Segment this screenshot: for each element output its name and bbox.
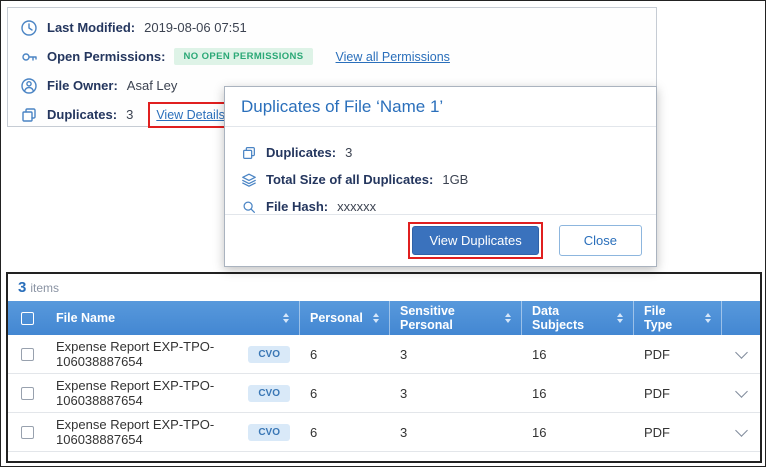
results-table-panel: 3 items File Name Personal Sensitive Pers… bbox=[6, 272, 762, 463]
modal-file-hash-label: File Hash: bbox=[266, 199, 328, 214]
row-checkbox-cell bbox=[8, 374, 46, 412]
file-type-cell: PDF bbox=[634, 413, 722, 451]
chevron-down-icon[interactable] bbox=[735, 385, 748, 398]
file-name-text: Expense Report EXP-TPO-106038887654 bbox=[56, 339, 236, 369]
view-details-link[interactable]: View Details bbox=[156, 108, 225, 122]
row-checkbox[interactable] bbox=[21, 348, 34, 361]
header-expand-cell bbox=[722, 301, 760, 335]
clock-icon bbox=[20, 19, 38, 37]
file-name-text: Expense Report EXP-TPO-106038887654 bbox=[56, 378, 236, 408]
personal-cell: 6 bbox=[300, 335, 390, 373]
modal-total-size-value: 1GB bbox=[442, 172, 468, 187]
sort-icon[interactable] bbox=[373, 313, 379, 323]
table-header-row: File Name Personal Sensitive Personal Da… bbox=[8, 301, 760, 335]
open-permissions-row: Open Permissions: NO OPEN PERMISSIONS Vi… bbox=[8, 42, 656, 71]
layers-icon bbox=[241, 172, 257, 188]
sensitive-personal-cell: 3 bbox=[390, 413, 522, 451]
sort-icon[interactable] bbox=[617, 313, 623, 323]
header-file-type[interactable]: File Type bbox=[634, 301, 722, 335]
file-name-text: Expense Report EXP-TPO-106038887654 bbox=[56, 417, 236, 447]
row-expand-cell bbox=[722, 413, 760, 451]
header-data-subjects[interactable]: Data Subjects bbox=[522, 301, 634, 335]
cvo-badge: CVO bbox=[248, 346, 290, 363]
modal-title: Duplicates of File ‘Name 1’ bbox=[225, 87, 656, 126]
last-modified-label: Last Modified: bbox=[47, 20, 135, 35]
duplicates-label: Duplicates: bbox=[47, 107, 117, 122]
view-duplicates-highlight: View Duplicates bbox=[408, 222, 542, 259]
close-button[interactable]: Close bbox=[559, 225, 642, 256]
table-row[interactable]: Expense Report EXP-TPO-106038887654 CVO … bbox=[8, 335, 760, 374]
file-type-cell: PDF bbox=[634, 335, 722, 373]
person-icon bbox=[20, 77, 38, 95]
select-all-checkbox[interactable] bbox=[21, 312, 34, 325]
modal-file-hash-value: xxxxxx bbox=[337, 199, 376, 214]
data-subjects-cell: 16 bbox=[522, 374, 634, 412]
row-checkbox-cell bbox=[8, 335, 46, 373]
row-expand-cell bbox=[722, 374, 760, 412]
chevron-down-icon[interactable] bbox=[735, 424, 748, 437]
sort-icon[interactable] bbox=[283, 313, 289, 323]
header-sensitive-personal[interactable]: Sensitive Personal bbox=[390, 301, 522, 335]
modal-total-size-label: Total Size of all Duplicates: bbox=[266, 172, 433, 187]
file-owner-label: File Owner: bbox=[47, 78, 118, 93]
header-data-subjects-label: Data Subjects bbox=[532, 304, 607, 332]
modal-body: Duplicates: 3 Total Size of all Duplicat… bbox=[225, 127, 656, 224]
sort-icon[interactable] bbox=[705, 313, 711, 323]
last-modified-value: 2019-08-06 07:51 bbox=[144, 20, 247, 35]
file-name-cell: Expense Report EXP-TPO-106038887654 CVO bbox=[46, 374, 300, 412]
header-personal-label: Personal bbox=[310, 311, 363, 325]
select-all-cell bbox=[8, 301, 46, 335]
duplicates-modal: Duplicates of File ‘Name 1’ Duplicates: … bbox=[224, 86, 657, 267]
sensitive-personal-cell: 3 bbox=[390, 335, 522, 373]
items-count-number: 3 bbox=[18, 279, 26, 296]
last-modified-row: Last Modified: 2019-08-06 07:51 bbox=[8, 13, 656, 42]
data-subjects-cell: 16 bbox=[522, 413, 634, 451]
open-permissions-label: Open Permissions: bbox=[47, 49, 165, 64]
view-duplicates-button[interactable]: View Duplicates bbox=[412, 226, 538, 255]
row-checkbox[interactable] bbox=[21, 426, 34, 439]
modal-duplicates-label: Duplicates: bbox=[266, 145, 336, 160]
magnifier-icon bbox=[241, 199, 257, 215]
view-details-highlight: View Details bbox=[148, 102, 233, 128]
items-count: 3 items bbox=[8, 274, 760, 301]
table-row[interactable]: Expense Report EXP-TPO-106038887654 CVO … bbox=[8, 374, 760, 413]
personal-cell: 6 bbox=[300, 374, 390, 412]
modal-duplicates-row: Duplicates: 3 bbox=[241, 139, 640, 166]
header-file-name-label: File Name bbox=[56, 311, 115, 325]
sensitive-personal-cell: 3 bbox=[390, 374, 522, 412]
personal-cell: 6 bbox=[300, 413, 390, 451]
data-subjects-cell: 16 bbox=[522, 335, 634, 373]
cvo-badge: CVO bbox=[248, 424, 290, 441]
sort-icon[interactable] bbox=[505, 313, 511, 323]
modal-footer: View Duplicates Close bbox=[225, 214, 656, 266]
duplicates-value: 3 bbox=[126, 107, 133, 122]
screenshot-root: Last Modified: 2019-08-06 07:51 Open Per… bbox=[0, 0, 766, 467]
file-name-cell: Expense Report EXP-TPO-106038887654 CVO bbox=[46, 335, 300, 373]
copy-icon bbox=[241, 145, 257, 161]
row-checkbox[interactable] bbox=[21, 387, 34, 400]
cvo-badge: CVO bbox=[248, 385, 290, 402]
file-name-cell: Expense Report EXP-TPO-106038887654 CVO bbox=[46, 413, 300, 451]
modal-total-size-row: Total Size of all Duplicates: 1GB bbox=[241, 166, 640, 193]
modal-duplicates-value: 3 bbox=[345, 145, 352, 160]
items-count-label: items bbox=[30, 281, 59, 295]
row-expand-cell bbox=[722, 335, 760, 373]
file-type-cell: PDF bbox=[634, 374, 722, 412]
header-personal[interactable]: Personal bbox=[300, 301, 390, 335]
view-all-permissions-link[interactable]: View all Permissions bbox=[336, 50, 450, 64]
table-row[interactable]: Expense Report EXP-TPO-106038887654 CVO … bbox=[8, 413, 760, 452]
header-file-name[interactable]: File Name bbox=[46, 301, 300, 335]
copy-icon bbox=[20, 106, 38, 124]
key-icon bbox=[20, 48, 38, 66]
header-file-type-label: File Type bbox=[644, 304, 695, 332]
header-sensitive-personal-label: Sensitive Personal bbox=[400, 304, 495, 332]
no-open-permissions-badge: NO OPEN PERMISSIONS bbox=[174, 48, 312, 65]
file-owner-value: Asaf Ley bbox=[127, 78, 178, 93]
chevron-down-icon[interactable] bbox=[735, 346, 748, 359]
row-checkbox-cell bbox=[8, 413, 46, 451]
